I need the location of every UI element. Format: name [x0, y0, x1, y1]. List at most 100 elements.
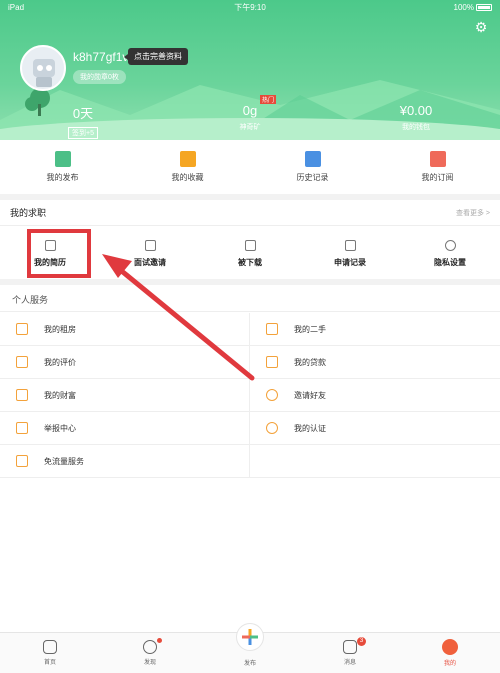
notification-dot	[157, 638, 162, 643]
plus-icon	[236, 623, 264, 651]
downloaded-label: 被下载	[238, 258, 262, 267]
tab-publish[interactable]: 发布	[200, 623, 300, 673]
tab-bar: 首页 发现 发布 3 消息 我的	[0, 623, 500, 673]
hot-tag: 热门	[260, 95, 277, 104]
username[interactable]: k8h77gf1v	[73, 50, 128, 64]
tab-me[interactable]: 我的	[400, 633, 500, 673]
gear-icon[interactable]: ⚙	[474, 20, 488, 34]
report-center-label: 举报中心	[44, 423, 76, 433]
tab-publish-label: 发布	[243, 660, 256, 667]
application-records-button[interactable]: 申请记录	[300, 230, 400, 278]
history-label: 历史记录	[296, 173, 329, 182]
status-bar: iPad 下午9:10 100%	[0, 0, 500, 14]
view-more-link[interactable]: 查看更多 >	[456, 208, 490, 218]
badges-link[interactable]: 我的勋章0枚	[73, 70, 126, 84]
my-posts-label: 我的发布	[46, 173, 79, 182]
tab-discover-label: 发现	[143, 660, 156, 666]
wallet-stat[interactable]: ¥0.00 我的钱包	[366, 103, 466, 132]
envelope-icon	[144, 240, 156, 251]
tab-home[interactable]: 首页	[0, 633, 100, 673]
compass-icon	[143, 640, 157, 654]
chat-icon	[343, 640, 357, 654]
my-favorites-label: 我的收藏	[171, 173, 204, 182]
clock-icon	[304, 151, 321, 167]
tab-messages[interactable]: 3 消息	[300, 633, 400, 673]
invite-friends-button[interactable]: 邀请好友	[250, 379, 500, 411]
my-wealth-label: 我的财富	[44, 390, 76, 400]
tab-me-label: 我的	[443, 661, 456, 667]
job-section-title: 我的求职	[10, 208, 47, 218]
mine-stat[interactable]: 0g 神奇矿	[200, 103, 300, 132]
wallet-icon	[16, 389, 28, 401]
my-posts-button[interactable]: 我的发布	[0, 140, 125, 194]
document-icon	[54, 151, 71, 167]
screen-icon	[16, 455, 28, 467]
my-subscriptions-button[interactable]: 我的订阅	[375, 140, 500, 194]
tag-icon	[266, 323, 278, 335]
download-icon	[244, 240, 256, 251]
checkin-stat[interactable]: 0天 签到+5	[33, 103, 133, 140]
my-subscriptions-label: 我的订阅	[421, 173, 454, 182]
wallet-value: ¥0.00	[399, 103, 433, 118]
services-title: 个人服务	[0, 288, 500, 312]
my-loans-label: 我的贷款	[294, 357, 326, 367]
downloaded-button[interactable]: 被下载	[200, 230, 300, 278]
services-row: 举报中心 我的认证	[0, 412, 500, 445]
shield-icon	[444, 240, 456, 251]
my-wealth-button[interactable]: 我的财富	[0, 379, 250, 411]
services-row: 免流量服务	[0, 445, 500, 478]
tab-home-label: 首页	[43, 660, 56, 666]
checkin-days: 0天	[72, 106, 94, 121]
checkin-label: 签到+5	[68, 127, 98, 139]
my-rentals-button[interactable]: 我的租房	[0, 313, 250, 345]
my-reviews-button[interactable]: 我的评价	[0, 346, 250, 378]
section-divider	[0, 279, 500, 285]
battery-icon	[476, 3, 492, 11]
my-favorites-button[interactable]: 我的收藏	[125, 140, 250, 194]
tab-messages-label: 消息	[343, 660, 356, 666]
my-secondhand-button[interactable]: 我的二手	[250, 313, 500, 345]
invite-friends-label: 邀请好友	[294, 390, 326, 400]
interview-invites-button[interactable]: 面试邀请	[100, 230, 200, 278]
message-count-badge: 3	[357, 637, 366, 646]
building-icon	[16, 323, 28, 335]
application-records-label: 申请记录	[334, 258, 366, 267]
services-row: 我的租房 我的二手	[0, 313, 500, 346]
job-section-header: 我的求职 查看更多 >	[0, 200, 500, 226]
interview-invites-label: 面试邀请	[134, 258, 166, 267]
my-verification-button[interactable]: 我的认证	[250, 412, 500, 444]
services-grid: 我的租房 我的二手 我的评价 我的贷款 我的财富 邀请好友 举报中心 我的认证 …	[0, 313, 500, 478]
services-row: 我的财富 邀请好友	[0, 379, 500, 412]
records-icon	[344, 240, 356, 251]
avatar[interactable]	[20, 45, 66, 91]
privacy-settings-button[interactable]: 隐私设置	[400, 230, 500, 278]
free-data-button[interactable]: 免流量服务	[0, 445, 250, 477]
report-center-button[interactable]: 举报中心	[0, 412, 250, 444]
my-verification-label: 我的认证	[294, 423, 326, 433]
free-data-label: 免流量服务	[44, 456, 84, 466]
my-reviews-label: 我的评价	[44, 357, 76, 367]
history-button[interactable]: 历史记录	[250, 140, 375, 194]
home-icon	[43, 640, 57, 654]
face-icon	[442, 639, 458, 655]
my-secondhand-label: 我的二手	[294, 324, 326, 334]
time-label: 下午9:10	[234, 2, 266, 12]
card-icon	[266, 356, 278, 368]
my-loans-button[interactable]: 我的贷款	[250, 346, 500, 378]
my-rentals-label: 我的租房	[44, 324, 76, 334]
mine-value: 0g	[242, 103, 258, 118]
shield-check-icon	[266, 422, 278, 434]
wallet-label: 我的钱包	[402, 124, 430, 131]
complete-profile-tip[interactable]: 点击完善资料	[124, 48, 188, 65]
empty-cell	[250, 445, 500, 477]
quick-actions: 我的发布 我的收藏 历史记录 我的订阅	[0, 140, 500, 194]
mine-label: 神奇矿	[239, 124, 261, 131]
plus-square-icon	[429, 151, 446, 167]
privacy-settings-label: 隐私设置	[434, 258, 466, 267]
resume-highlight-box	[27, 229, 91, 278]
services-row: 我的评价 我的贷款	[0, 346, 500, 379]
star-folder-icon	[179, 151, 196, 167]
plus-glyph	[242, 629, 258, 645]
tab-discover[interactable]: 发现	[100, 633, 200, 673]
person-icon	[266, 389, 278, 401]
